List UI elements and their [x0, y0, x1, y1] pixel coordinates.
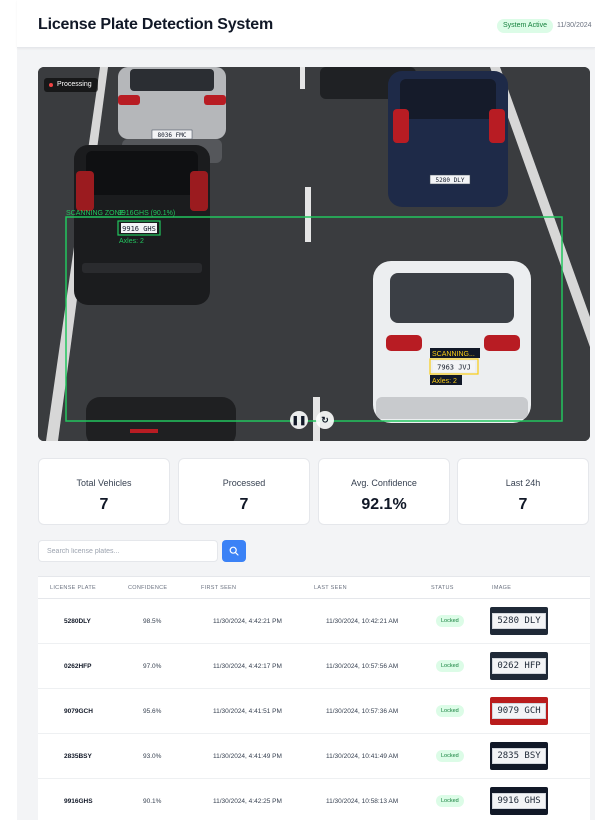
stat-value: 7 [518, 496, 528, 513]
processing-badge: Processing [44, 78, 98, 92]
scanning-axles: Axles: 2 [432, 378, 457, 385]
table-row[interactable]: 9079GCH 95.6% 11/30/2024, 4:41:51 PM 11/… [38, 689, 590, 734]
detection-axles: Axles: 2 [119, 238, 144, 245]
table-row[interactable]: 0262HFP 97.0% 11/30/2024, 4:42:17 PM 11/… [38, 644, 590, 689]
last-seen-cell: 11/30/2024, 10:42:21 AM [326, 618, 399, 625]
table-row[interactable]: 5280DLY 98.5% 11/30/2024, 4:42:21 PM 11/… [38, 599, 590, 644]
status-badge: Locked [436, 750, 464, 762]
pause-button[interactable]: ❚❚ [290, 411, 308, 429]
stat-value: 92.1% [361, 496, 407, 513]
stat-value: 7 [239, 496, 249, 513]
table-row[interactable]: 2835BSY 93.0% 11/30/2024, 4:41:49 PM 11/… [38, 734, 590, 779]
page-title: License Plate Detection System [38, 16, 273, 33]
scanning-zone-label: SCANNING ZONE [66, 210, 125, 217]
navy-car-plate: 5280 DLY [436, 177, 465, 184]
plate-image-text: 0262 HFP [492, 658, 546, 674]
last-seen-cell: 11/30/2024, 10:41:49 AM [326, 753, 399, 760]
detections-table: LICENSE PLATE CONFIDENCE FIRST SEEN LAST… [38, 576, 590, 820]
column-header: STATUS [431, 585, 454, 591]
car-navy: 5280 DLY [388, 71, 508, 207]
camera-feed[interactable]: 8036 FMC 5280 DLY SCANNING ZONE 9916GHS … [38, 67, 590, 441]
table-row[interactable]: 9916GHS 90.1% 11/30/2024, 4:42:25 PM 11/… [38, 779, 590, 820]
stat-value: 7 [99, 496, 109, 513]
table-header: LICENSE PLATE CONFIDENCE FIRST SEEN LAST… [38, 577, 590, 599]
column-header: LAST SEEN [314, 585, 347, 591]
confidence-cell: 98.5% [143, 618, 162, 625]
last-seen-cell: 11/30/2024, 10:57:36 AM [326, 708, 399, 715]
plate-thumbnail[interactable]: 9916 GHS [490, 787, 548, 815]
header-date: 11/30/2024 [557, 22, 592, 29]
road-scene: 8036 FMC 5280 DLY SCANNING ZONE 9916GHS … [38, 67, 590, 441]
first-seen-cell: 11/30/2024, 4:42:21 PM [213, 618, 282, 625]
scanning-label: SCANNING... [432, 351, 475, 358]
car-white [373, 261, 531, 423]
stat-label: Total Vehicles [76, 478, 132, 488]
stat-last-24h: Last 24h 7 [457, 458, 589, 525]
stat-total-vehicles: Total Vehicles 7 [38, 458, 170, 525]
status-badge: Locked [436, 705, 464, 717]
plate-image-text: 9916 GHS [492, 793, 546, 809]
detection-label: 9916GHS (90.1%) [118, 210, 175, 217]
pause-icon: ❚❚ [291, 414, 307, 425]
first-seen-cell: 11/30/2024, 4:41:51 PM [213, 708, 282, 715]
refresh-icon: ↻ [321, 414, 329, 425]
recording-dot-icon [49, 83, 53, 87]
confidence-cell: 97.0% [143, 663, 162, 670]
plate-image-text: 5280 DLY [492, 613, 546, 629]
column-header: FIRST SEEN [201, 585, 237, 591]
system-status-badge: System Active [497, 19, 553, 33]
first-seen-cell: 11/30/2024, 4:41:49 PM [213, 753, 282, 760]
confidence-cell: 93.0% [143, 753, 162, 760]
plate-cell: 0262HFP [64, 663, 92, 670]
scanning-plate: 7963 JVJ [437, 364, 471, 372]
status-badge: Locked [436, 660, 464, 672]
plate-image-text: 9079 GCH [492, 703, 546, 719]
last-seen-cell: 11/30/2024, 10:57:56 AM [326, 663, 399, 670]
search-input[interactable] [38, 540, 218, 562]
silver-car-plate: 8036 FMC [158, 132, 187, 139]
plate-cell: 9916GHS [64, 798, 93, 805]
stat-processed: Processed 7 [178, 458, 310, 525]
refresh-button[interactable]: ↻ [316, 411, 334, 429]
plate-cell: 5280DLY [64, 618, 91, 625]
first-seen-cell: 11/30/2024, 4:42:25 PM [213, 798, 282, 805]
confidence-cell: 95.6% [143, 708, 162, 715]
stat-label: Last 24h [505, 478, 541, 488]
plate-cell: 2835BSY [64, 753, 92, 760]
confidence-cell: 90.1% [143, 798, 162, 805]
last-seen-cell: 11/30/2024, 10:58:13 AM [326, 798, 399, 805]
status-badge: Locked [436, 795, 464, 807]
app-header: License Plate Detection System System Ac… [17, 0, 595, 48]
column-header: CONFIDENCE [128, 585, 168, 591]
stat-label: Processed [222, 478, 266, 488]
status-badge: Locked [436, 615, 464, 627]
detected-plate: 9916 GHS [122, 225, 156, 233]
column-header: IMAGE [492, 585, 512, 591]
plate-thumbnail[interactable]: 0262 HFP [490, 652, 548, 680]
plate-thumbnail[interactable]: 2835 BSY [490, 742, 548, 770]
stat-label: Avg. Confidence [351, 478, 417, 488]
column-header: LICENSE PLATE [50, 585, 96, 591]
plate-thumbnail[interactable]: 5280 DLY [490, 607, 548, 635]
plate-cell: 9079GCH [64, 708, 93, 715]
stat-avg-confidence: Avg. Confidence 92.1% [318, 458, 450, 525]
plate-thumbnail[interactable]: 9079 GCH [490, 697, 548, 725]
first-seen-cell: 11/30/2024, 4:42:17 PM [213, 663, 282, 670]
search-icon [229, 546, 239, 556]
search-button[interactable] [222, 540, 246, 562]
plate-image-text: 2835 BSY [492, 748, 546, 764]
processing-label: Processing [57, 81, 92, 88]
left-margin [0, 0, 17, 820]
